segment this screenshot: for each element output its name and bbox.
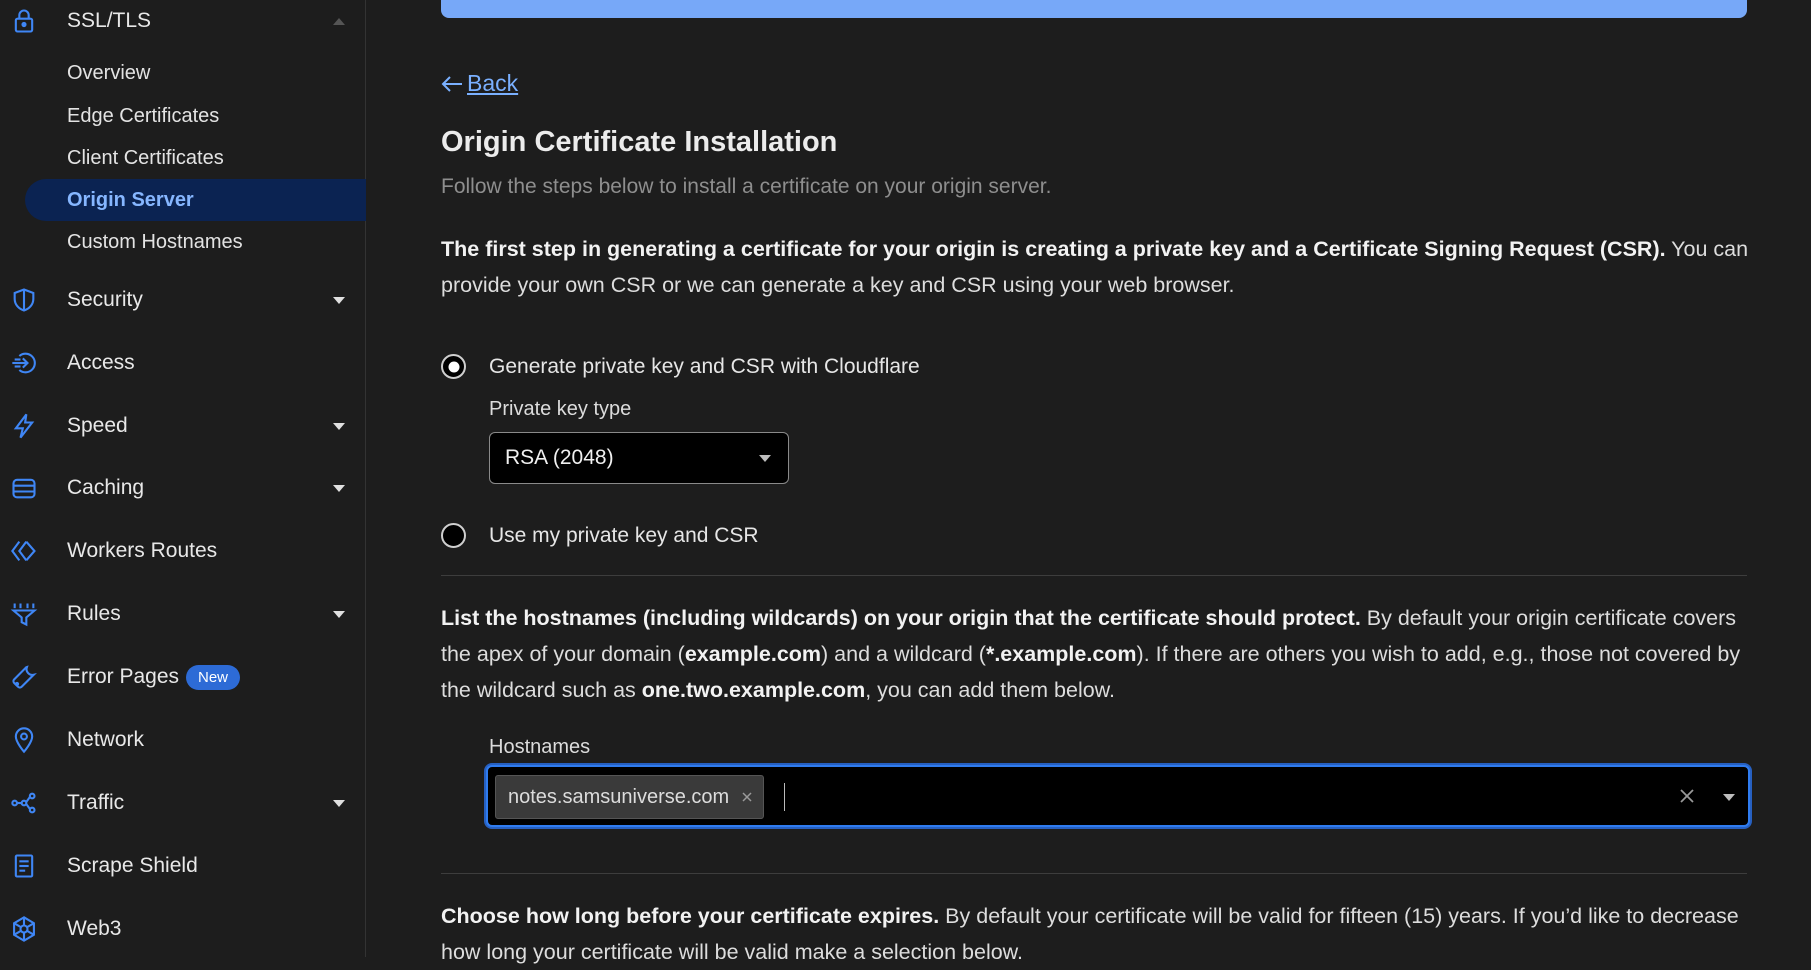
private-key-type-label: Private key type — [489, 398, 632, 420]
sidebar-item-label: Rules — [67, 602, 121, 625]
step1-description: The first step in generating a certifica… — [441, 231, 1761, 303]
sidebar-item-label: Workers Routes — [67, 539, 218, 562]
back-link-label: Back — [467, 70, 519, 96]
radio-own-label: Use my private key and CSR — [489, 523, 759, 547]
section-divider — [441, 575, 1747, 576]
chevron-down-icon — [332, 798, 346, 808]
sidebar-item-web3[interactable]: Web3 — [0, 908, 366, 950]
document-icon — [10, 852, 38, 880]
chevron-down-icon — [332, 609, 346, 619]
private-key-type-value: RSA (2048) — [505, 446, 614, 469]
sidebar-subitem-origin-server[interactable]: Origin Server — [25, 179, 366, 221]
web3-icon — [10, 915, 38, 943]
sidebar-item-label: Caching — [67, 476, 145, 499]
sidebar-item-error-pages[interactable]: Error Pages New — [0, 656, 366, 698]
close-icon[interactable] — [741, 791, 753, 803]
sidebar-item-security[interactable]: Security — [0, 279, 366, 321]
sidebar-item-access[interactable]: Access — [0, 342, 366, 384]
expiry-bold: Choose how long before your certificate … — [441, 904, 940, 928]
wrench-icon — [10, 663, 38, 691]
arrow-left-icon — [441, 75, 463, 93]
chevron-down-icon — [332, 421, 346, 431]
sidebar-item-caching[interactable]: Caching — [0, 467, 366, 509]
funnel-icon — [10, 600, 38, 628]
workers-icon — [10, 537, 38, 565]
example-domain: one.two.example.com — [641, 678, 866, 702]
sidebar-subitem-client-certificates[interactable]: Client Certificates — [25, 137, 366, 179]
radio-generate-csr[interactable]: Generate private key and CSR with Cloudf… — [441, 354, 920, 379]
hostnames-bold: List the hostnames (including wildcards)… — [441, 606, 1361, 630]
sidebar-item-rules[interactable]: Rules — [0, 593, 366, 635]
clear-icon[interactable] — [1678, 787, 1696, 805]
hostnames-description: List the hostnames (including wildcards)… — [441, 600, 1761, 708]
sidebar-item-label: Speed — [67, 414, 128, 437]
hostnames-text: ) and a wildcard ( — [821, 642, 986, 666]
page-subtitle: Follow the steps below to install a cert… — [441, 175, 1052, 198]
lightning-icon — [10, 412, 38, 440]
radio-button-checked[interactable] — [441, 354, 466, 379]
back-link[interactable]: Back — [441, 70, 518, 97]
shield-icon — [10, 286, 38, 314]
chevron-up-icon — [332, 16, 346, 26]
sidebar-subitem-overview[interactable]: Overview — [25, 52, 366, 94]
hostnames-text: , you can add them below. — [865, 678, 1115, 702]
sidebar-item-label: Security — [67, 288, 143, 311]
radio-button[interactable] — [441, 523, 466, 548]
sidebar-item-label: Web3 — [67, 917, 122, 940]
traffic-icon — [10, 789, 38, 817]
sidebar-item-workers-routes[interactable]: Workers Routes — [0, 530, 366, 572]
sidebar-item-label: Network — [67, 728, 145, 751]
sidebar-subitem-label: Overview — [67, 61, 151, 84]
location-pin-icon — [10, 726, 38, 754]
radio-own-csr[interactable]: Use my private key and CSR — [441, 523, 759, 548]
sidebar-item-network[interactable]: Network — [0, 719, 366, 761]
sidebar-item-speed[interactable]: Speed — [0, 405, 366, 447]
hostname-chip: notes.samsuniverse.com — [495, 775, 765, 819]
sidebar-subitem-edge-certificates[interactable]: Edge Certificates — [25, 95, 366, 137]
chevron-down-icon — [332, 483, 346, 493]
private-key-type-select[interactable]: RSA (2048) — [489, 432, 789, 484]
new-badge: New — [186, 664, 241, 690]
apex-domain: example.com — [684, 642, 822, 666]
expiry-description: Choose how long before your certificate … — [441, 898, 1761, 970]
sidebar-subitem-label: Client Certificates — [67, 146, 224, 169]
lock-icon — [10, 7, 38, 35]
sidebar-item-label: Error Pages — [67, 665, 180, 688]
sidebar-item-label: Scrape Shield — [67, 854, 198, 877]
chevron-down-icon[interactable] — [1722, 792, 1736, 802]
hostnames-input[interactable]: notes.samsuniverse.com — [486, 765, 1750, 827]
hostname-chip-label: notes.samsuniverse.com — [508, 785, 730, 808]
main-content: Back Origin Certificate Installation Fol… — [366, 0, 1811, 964]
wildcard-domain: *.example.com — [985, 642, 1137, 666]
page-title: Origin Certificate Installation — [441, 126, 838, 158]
database-icon — [10, 474, 38, 502]
sidebar-item-ssl-tls[interactable]: SSL/TLS — [0, 0, 366, 42]
chevron-down-icon — [758, 453, 772, 463]
top-banner — [441, 0, 1747, 18]
access-icon — [10, 349, 38, 377]
sidebar-subitem-label: Edge Certificates — [67, 104, 220, 127]
hostnames-label: Hostnames — [489, 736, 591, 758]
sidebar-item-traffic[interactable]: Traffic — [0, 782, 366, 824]
sidebar-item-label: Traffic — [67, 791, 125, 814]
sidebar-subitem-label: Origin Server — [67, 188, 194, 211]
chevron-down-icon — [332, 295, 346, 305]
sidebar: SSL/TLS Overview Edge Certificates Clien… — [0, 0, 366, 957]
section-divider — [441, 873, 1747, 874]
sidebar-item-label: Access — [67, 351, 135, 374]
sidebar-item-label: SSL/TLS — [67, 9, 152, 32]
step1-bold: The first step in generating a certifica… — [441, 237, 1666, 261]
sidebar-subitem-label: Custom Hostnames — [67, 230, 243, 253]
sidebar-item-scrape-shield[interactable]: Scrape Shield — [0, 845, 366, 887]
sidebar-subitem-custom-hostnames[interactable]: Custom Hostnames — [25, 221, 366, 263]
text-cursor — [784, 783, 785, 811]
radio-generate-label: Generate private key and CSR with Cloudf… — [489, 354, 920, 378]
